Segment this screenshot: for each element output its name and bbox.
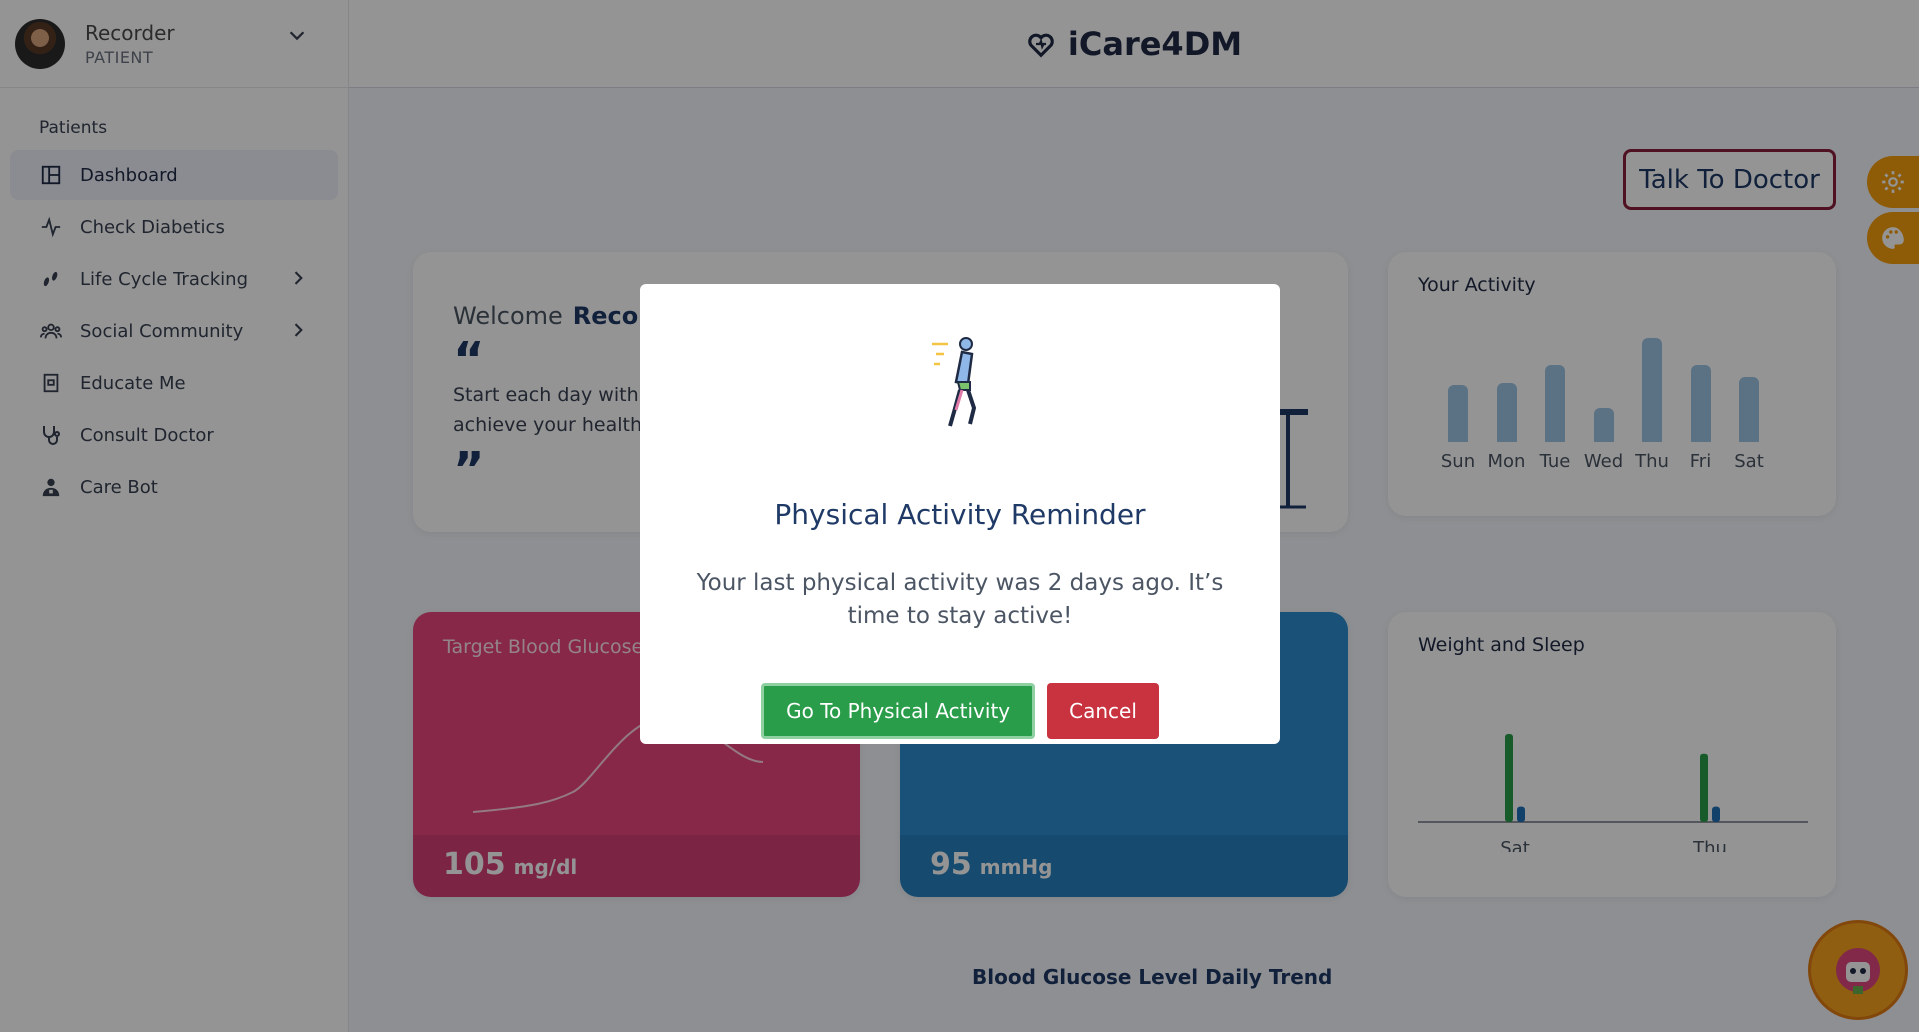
walking-person-icon xyxy=(932,337,977,427)
modal-title: Physical Activity Reminder xyxy=(774,498,1146,531)
modal-message: Your last physical activity was 2 days a… xyxy=(696,570,1224,629)
modal-actions: Go To Physical Activity Cancel xyxy=(640,683,1280,739)
cancel-button[interactable]: Cancel xyxy=(1047,683,1159,739)
go-to-physical-activity-button[interactable]: Go To Physical Activity xyxy=(761,683,1036,739)
physical-activity-modal: Physical Activity Reminder Your last phy… xyxy=(640,284,1280,744)
